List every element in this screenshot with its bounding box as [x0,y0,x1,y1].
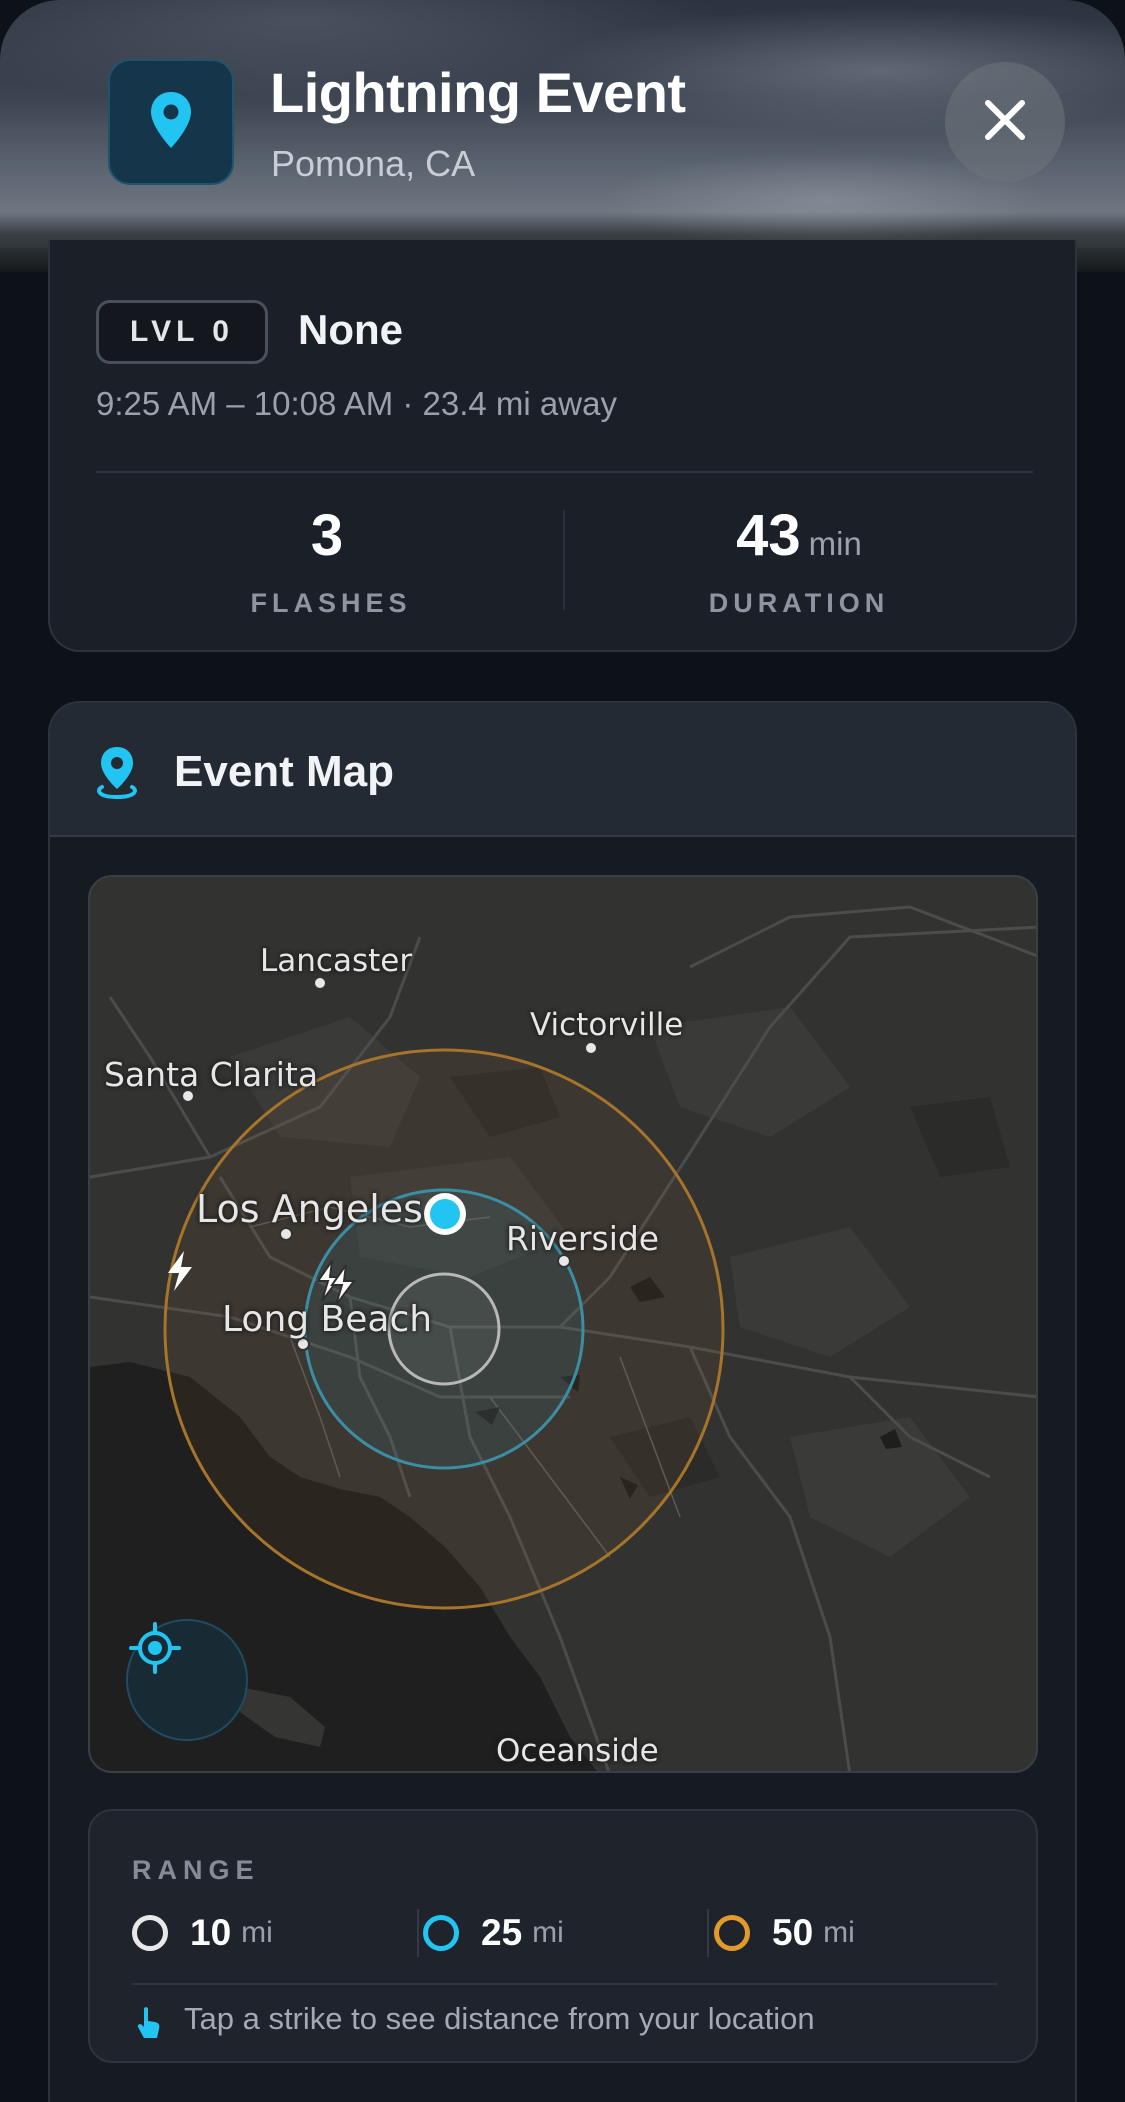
page-title: Lightning Event [270,61,686,124]
event-map-card: Event Map Lancaster Victorville Santa Cl… [48,701,1077,2102]
range-separator [417,1909,419,1957]
city-label: Victorville [530,1007,684,1043]
close-button[interactable] [945,62,1065,182]
event-location: Pomona, CA [271,143,476,184]
ring-orange-icon [714,1915,750,1951]
range-item-10: 10 mi [132,1903,273,1963]
stat-label: DURATION [708,588,890,618]
range-item-25: 25 mi [423,1903,564,1963]
tap-hand-icon [134,2005,164,2046]
user-location-marker [424,1193,466,1235]
stat-label: FLASHES [250,588,412,618]
city-label: Riverside [506,1219,660,1258]
stat-unit: min [808,525,862,562]
level-badge: LVL 0 [96,300,268,364]
city-label: Oceanside [496,1733,659,1769]
divider [96,471,1033,473]
map-pin-icon [148,90,194,155]
stat-duration: 43 min DURATION [564,502,1034,619]
range-hint: Tap a strike to see distance from your l… [184,2001,815,2036]
recenter-button[interactable] [126,1619,248,1741]
city-label: Lancaster [260,943,413,979]
ring-blue-icon [423,1915,459,1951]
level-name: None [298,306,403,353]
stat-flashes: 3 FLASHES [96,502,566,619]
city-label: Los Angeles [196,1187,423,1231]
range-value: 25 [481,1912,523,1953]
range-legend: RANGE 10 mi 25 mi 50 mi Tap a strike to … [88,1809,1038,2063]
map-card-title: Event Map [174,747,395,796]
range-item-50: 50 mi [714,1903,855,1963]
stat-value: 43 [736,503,801,568]
range-unit: mi [532,1916,564,1949]
map-pin-icon [94,745,140,806]
range-title: RANGE [132,1855,260,1885]
event-map[interactable]: Lancaster Victorville Santa Clarita Los … [88,875,1038,1773]
location-badge [108,59,234,185]
event-time-distance: 9:25 AM – 10:08 AM · 23.4 mi away [96,385,617,422]
city-label: Santa Clarita [104,1055,319,1094]
map-card-header: Event Map [50,703,1075,837]
ring-white-icon [132,1915,168,1951]
range-unit: mi [241,1916,273,1949]
range-value: 10 [190,1912,232,1953]
range-unit: mi [823,1916,855,1949]
range-value: 50 [772,1912,814,1953]
event-summary-card: LVL 0 None 9:25 AM – 10:08 AM · 23.4 mi … [48,240,1077,652]
event-sheet: Lightning Event Pomona, CA LVL 0 None 9:… [0,0,1125,2102]
range-separator [707,1909,709,1957]
stat-value: 3 [310,503,344,568]
close-icon [983,98,1027,147]
divider [132,1983,998,1985]
